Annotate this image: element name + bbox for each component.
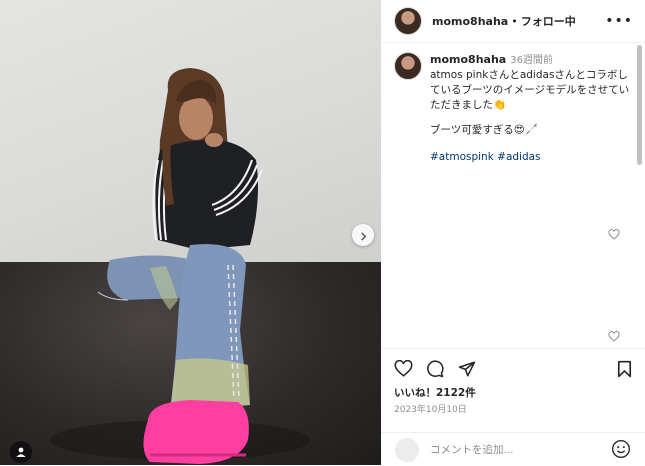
add-comment-bar (381, 432, 645, 466)
avatar[interactable] (394, 7, 422, 35)
next-photo-button[interactable] (352, 224, 374, 246)
chevron-right-icon (359, 226, 368, 245)
bookmark-icon[interactable] (617, 360, 632, 382)
header-username[interactable]: momo8haha (432, 15, 508, 28)
paper-plane-icon[interactable] (458, 360, 476, 382)
post-side-panel: momo8haha • フォロー中 ••• momo8haha 36週間前 atm… (381, 0, 645, 465)
post-date[interactable]: 2023年10月10日 (394, 402, 467, 415)
caption-time[interactable]: 36週間前 (510, 55, 553, 66)
caption-line-2: ブーツ可愛すぎる😍🦯 (430, 124, 538, 136)
caption-avatar[interactable] (394, 52, 422, 80)
post-actions (381, 348, 645, 384)
tagged-users-button[interactable] (10, 441, 32, 463)
user-tag-icon (15, 443, 27, 462)
comment-like-heart-icon[interactable] (608, 327, 620, 346)
caption-scrollbar[interactable] (636, 45, 643, 345)
comment-input[interactable] (428, 442, 612, 457)
caption-username[interactable]: momo8haha (430, 53, 506, 66)
header-separator: • (511, 14, 518, 28)
current-user-avatar (395, 437, 419, 462)
hashtag-adidas[interactable]: #adidas (497, 151, 540, 163)
caption-area: momo8haha 36週間前 atmos pinkさんとadidasさんとコラボ… (381, 43, 645, 348)
caption-hashtags: #atmospink #adidas (430, 150, 634, 165)
comment-bubble-icon[interactable] (426, 360, 444, 382)
hashtag-atmospink[interactable]: #atmospink (430, 151, 494, 163)
caption: momo8haha 36週間前 atmos pinkさんとadidasさんとコラボ… (394, 52, 634, 165)
more-horizontal-icon[interactable]: ••• (605, 13, 633, 29)
heart-icon[interactable] (394, 359, 413, 381)
likes-count[interactable]: いいね！2122件 (394, 385, 476, 400)
smiley-icon[interactable] (611, 439, 631, 463)
caption-line-1: atmos pinkさんとadidasさんとコラボしているブーツのイメージモデル… (430, 69, 630, 111)
scrollbar-thumb[interactable] (637, 45, 642, 165)
caption-like-heart-icon[interactable] (608, 225, 620, 244)
post-media[interactable] (0, 0, 381, 465)
post-header: momo8haha • フォロー中 ••• (381, 0, 645, 43)
caption-body: momo8haha 36週間前 atmos pinkさんとadidasさんとコラボ… (430, 52, 634, 165)
following-button[interactable]: フォロー中 (521, 13, 576, 29)
